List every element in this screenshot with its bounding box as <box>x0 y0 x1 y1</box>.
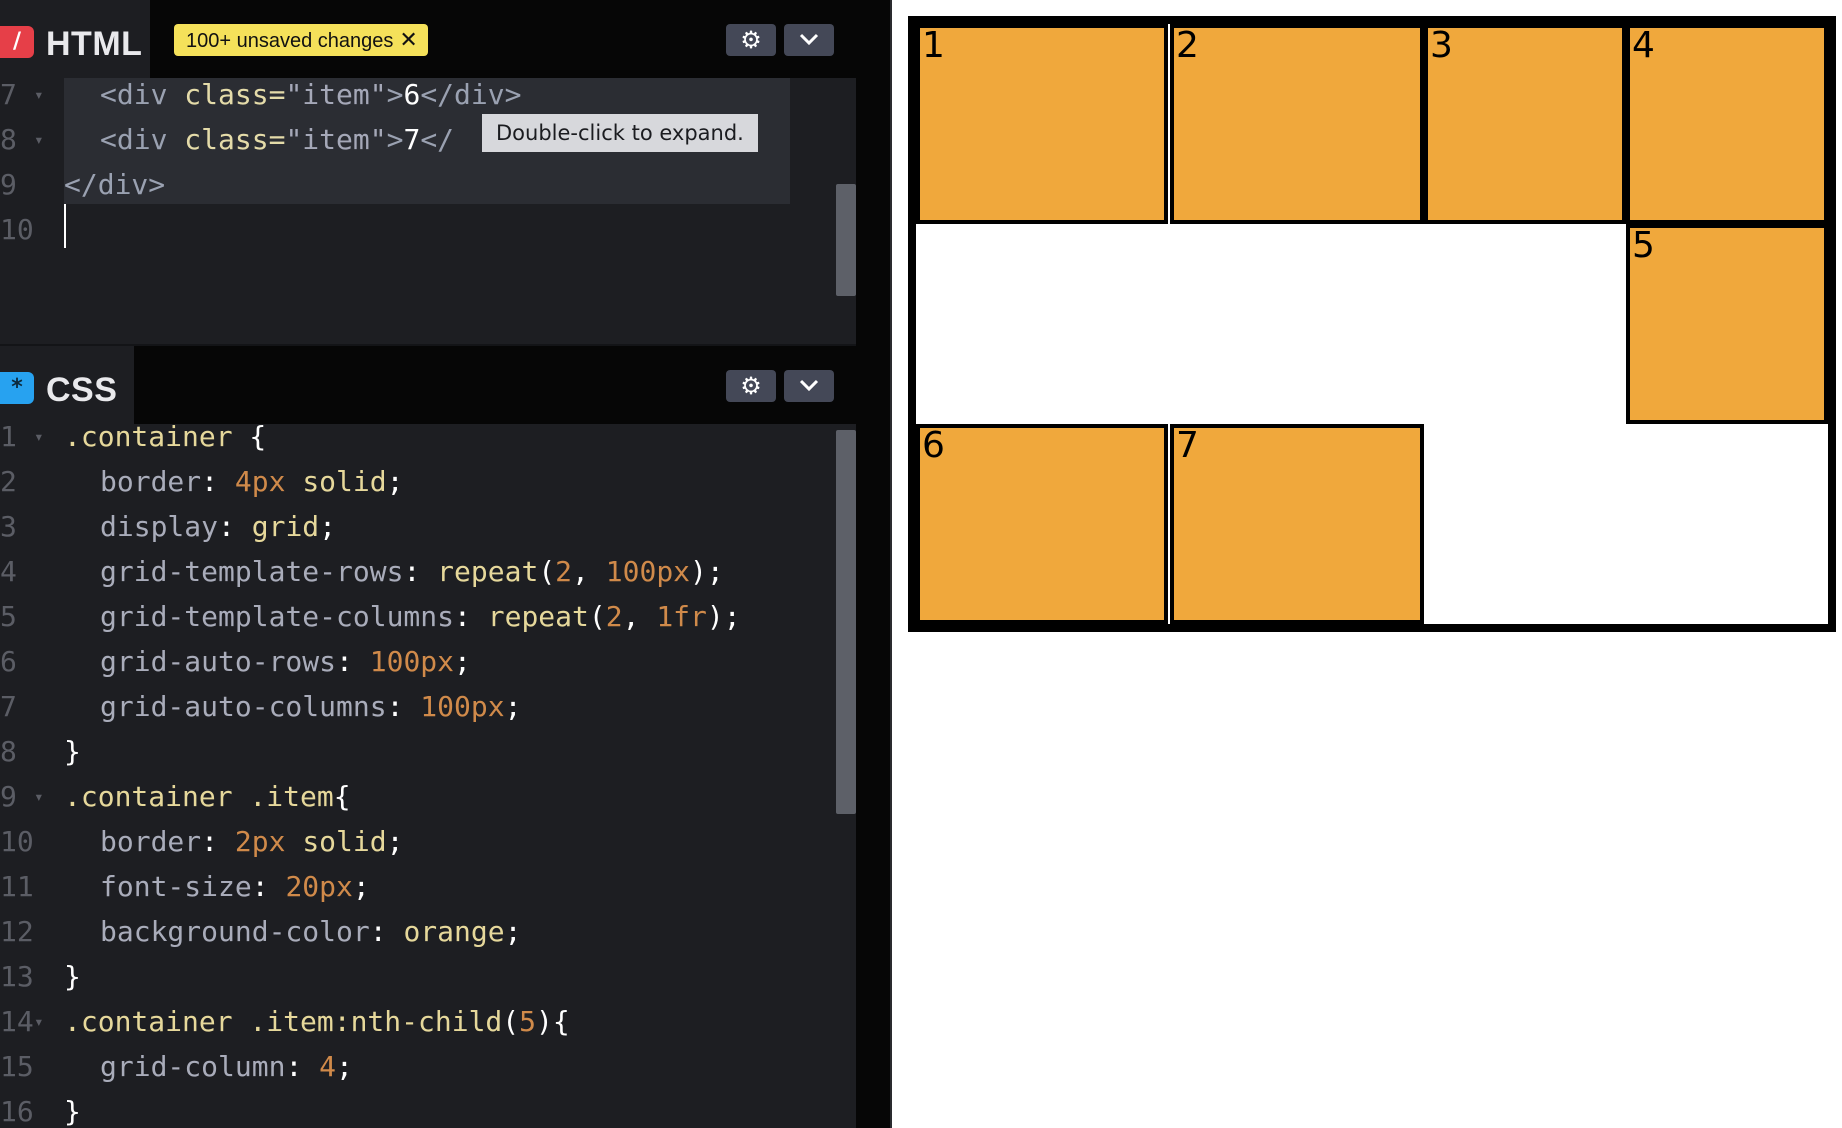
close-icon[interactable]: ✕ <box>399 24 417 56</box>
css-asterisk-icon: * <box>0 372 34 404</box>
gear-icon: ⚙ <box>740 26 762 54</box>
code-line[interactable]: 2 border: 4px solid; <box>0 459 856 504</box>
css-pane-title: CSS <box>46 371 118 409</box>
code-line[interactable]: 6 grid-auto-rows: 100px; <box>0 639 856 684</box>
line-number: 4 <box>0 555 17 588</box>
html-scrollbar[interactable] <box>836 184 856 296</box>
editor-side: 7 ▾ <div class="item">6</div> 8 ▾ <div c… <box>0 0 892 1128</box>
grid-item: 7 <box>1170 424 1424 624</box>
line-number: 12 <box>0 915 34 948</box>
html-settings-button[interactable]: ⚙ <box>726 24 776 56</box>
code-line[interactable]: 10 border: 2px solid; <box>0 819 856 864</box>
line-number: 11 <box>0 870 34 903</box>
html-pane-title: HTML <box>46 25 143 63</box>
line-number: 9 <box>0 168 17 201</box>
css-pane-header: * CSS ⚙ <box>0 346 856 424</box>
grid-container: 1 2 3 4 5 6 7 <box>908 16 1836 632</box>
line-number: 10 <box>0 825 34 858</box>
html-collapse-button[interactable] <box>784 24 834 56</box>
code-line[interactable]: 9 </div> <box>0 162 856 207</box>
line-number: 10 <box>0 213 34 246</box>
line-number: 16 <box>0 1095 34 1128</box>
css-pane-tab[interactable]: * CSS <box>0 346 134 424</box>
line-number: 2 <box>0 465 17 498</box>
grid-item: 4 <box>1626 24 1828 224</box>
fold-arrow-icon[interactable]: ▾ <box>34 774 44 819</box>
line-number: 8 <box>0 123 17 156</box>
code-line[interactable]: 7 grid-auto-columns: 100px; <box>0 684 856 729</box>
fold-arrow-icon[interactable]: ▾ <box>34 117 44 162</box>
html-pane-header: / HTML 100+ unsaved changes ✕ ⚙ <box>0 0 856 78</box>
grid-item: 5 <box>1626 224 1828 424</box>
html-slash-icon: / <box>0 26 34 58</box>
css-settings-button[interactable]: ⚙ <box>726 370 776 402</box>
code-line[interactable]: 14 ▾ .container .item:nth-child(5){ <box>0 999 856 1044</box>
css-editor-pane: 1 ▾ .container { 2 border: 4px solid; 3 … <box>0 346 856 1128</box>
css-collapse-button[interactable] <box>784 370 834 402</box>
code-line[interactable]: 10 <box>0 207 856 252</box>
text-cursor <box>64 204 66 248</box>
line-number: 3 <box>0 510 17 543</box>
code-line[interactable]: 13 } <box>0 954 856 999</box>
pane-resize-divider[interactable] <box>856 0 892 1128</box>
code-line[interactable]: 4 grid-template-rows: repeat(2, 100px); <box>0 549 856 594</box>
css-code[interactable]: 1 ▾ .container { 2 border: 4px solid; 3 … <box>0 414 856 1128</box>
css-scrollbar[interactable] <box>836 430 856 814</box>
unsaved-changes-badge[interactable]: 100+ unsaved changes ✕ <box>174 24 428 56</box>
code-line[interactable]: 11 font-size: 20px; <box>0 864 856 909</box>
line-number: 13 <box>0 960 34 993</box>
line-number: 15 <box>0 1050 34 1083</box>
code-line[interactable]: 16 } <box>0 1089 856 1128</box>
fold-arrow-icon[interactable]: ▾ <box>34 72 44 117</box>
grid-item: 3 <box>1424 24 1626 224</box>
code-line[interactable]: 8 } <box>0 729 856 774</box>
gear-icon: ⚙ <box>740 372 762 400</box>
line-number: 9 <box>0 780 17 813</box>
code-line[interactable]: 5 grid-template-columns: repeat(2, 1fr); <box>0 594 856 639</box>
fold-arrow-icon[interactable]: ▾ <box>34 999 44 1044</box>
chevron-down-icon <box>799 379 819 392</box>
line-number: 8 <box>0 735 17 768</box>
line-number: 6 <box>0 645 17 678</box>
code-line[interactable]: 3 display: grid; <box>0 504 856 549</box>
html-code[interactable]: 7 ▾ <div class="item">6</div> 8 ▾ <div c… <box>0 72 856 252</box>
result-preview: 1 2 3 4 5 6 7 <box>892 0 1842 1128</box>
grid-item: 2 <box>1170 24 1424 224</box>
line-number: 14 <box>0 1005 34 1038</box>
line-number: 7 <box>0 78 17 111</box>
html-pane-tab[interactable]: / HTML <box>0 0 150 78</box>
unsaved-changes-label: 100+ unsaved changes <box>186 30 394 52</box>
grid-item: 6 <box>916 424 1168 624</box>
chevron-down-icon <box>799 33 819 46</box>
code-line[interactable]: 12 background-color: orange; <box>0 909 856 954</box>
expand-tooltip: Double-click to expand. <box>482 114 758 152</box>
code-line[interactable]: 9 ▾ .container .item{ <box>0 774 856 819</box>
grid-item: 1 <box>916 24 1168 224</box>
html-editor-pane: 7 ▾ <div class="item">6</div> 8 ▾ <div c… <box>0 0 856 344</box>
line-number: 5 <box>0 600 17 633</box>
line-number: 7 <box>0 690 17 723</box>
code-line[interactable]: 15 grid-column: 4; <box>0 1044 856 1089</box>
